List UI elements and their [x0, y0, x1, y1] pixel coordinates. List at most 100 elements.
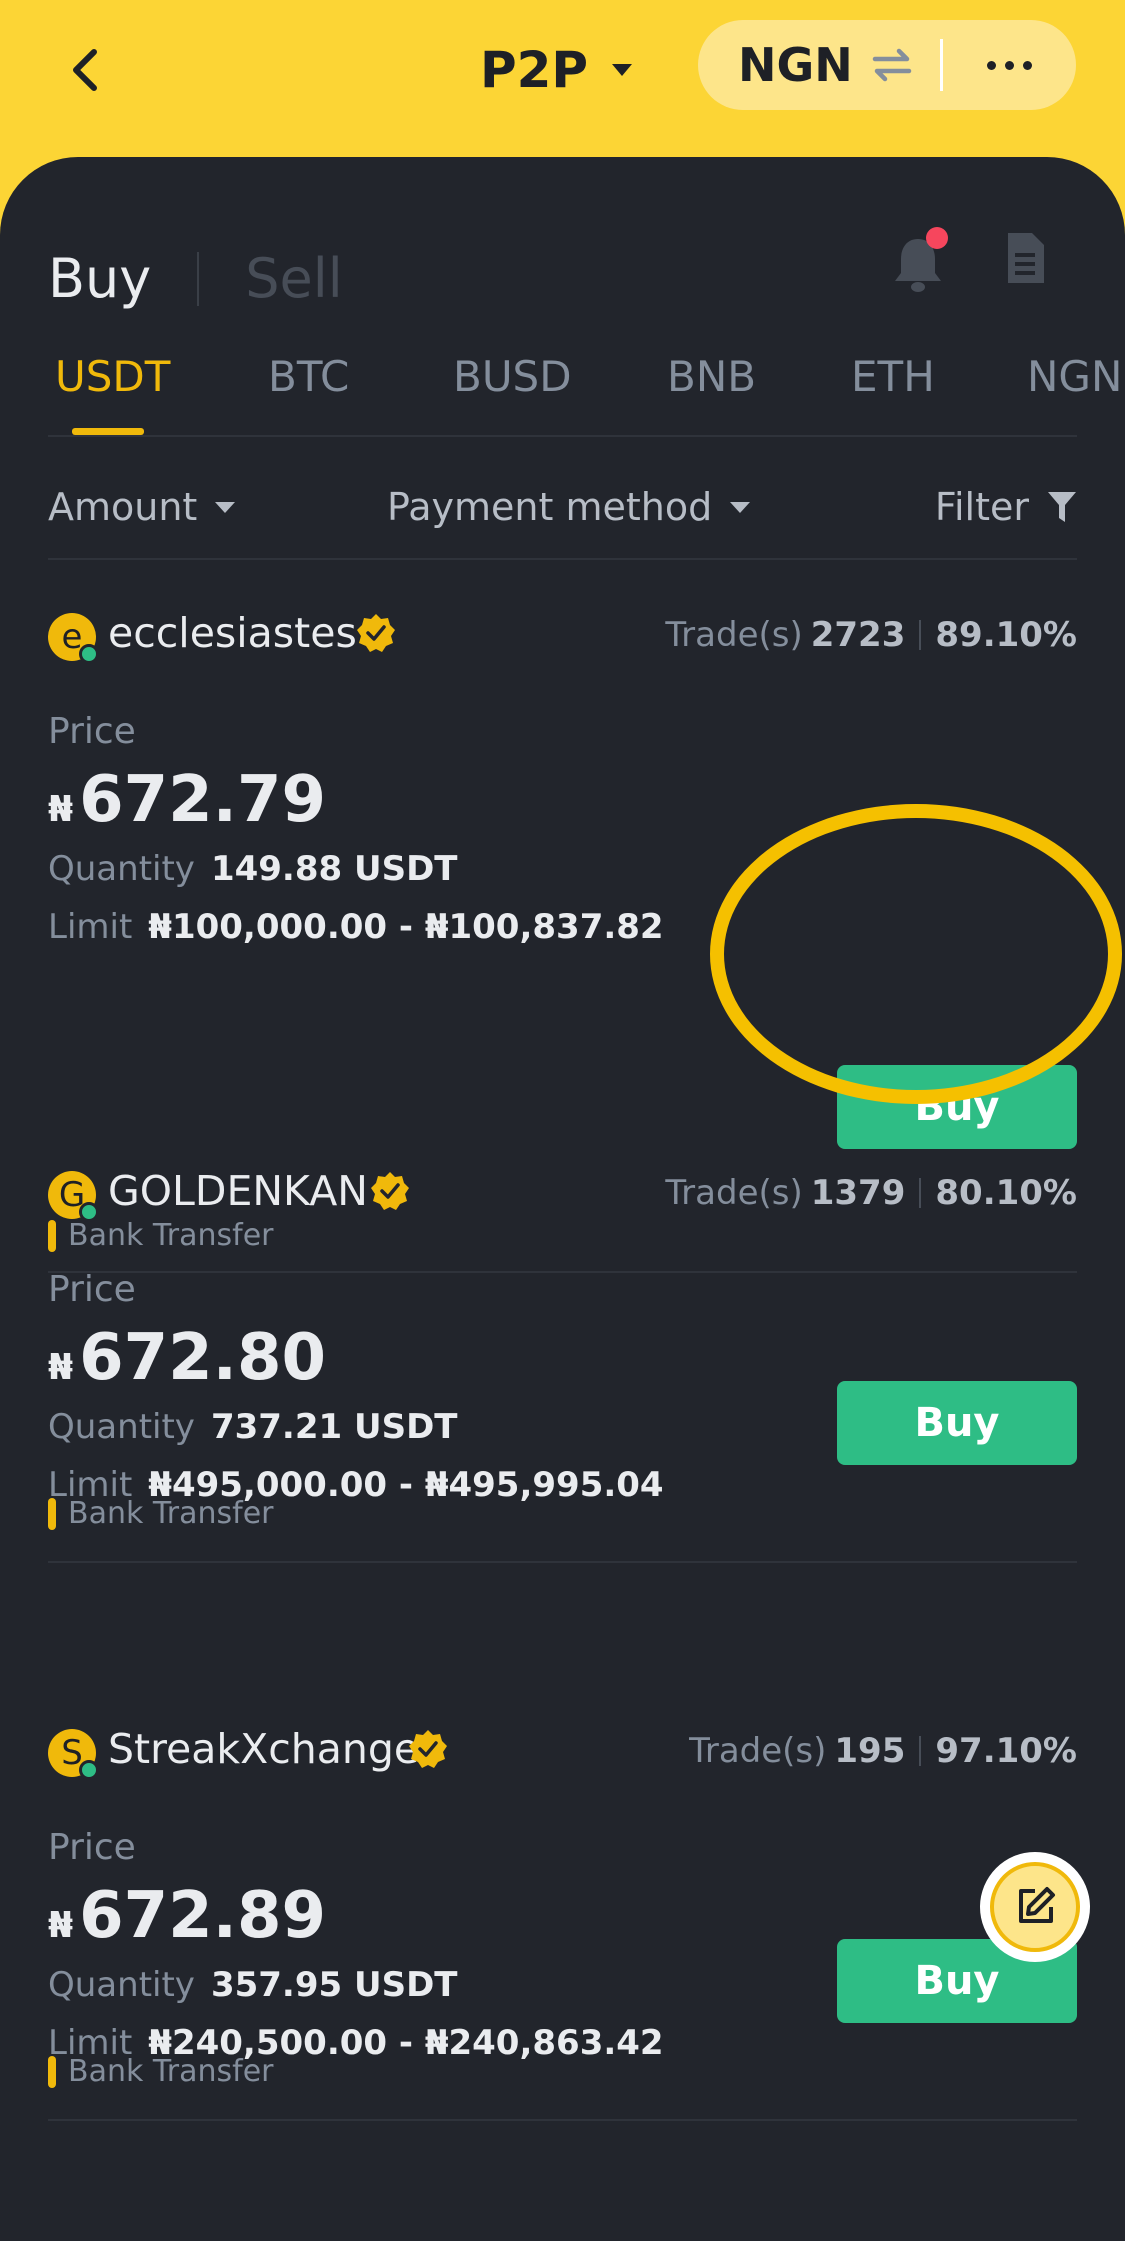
payment-method: Bank Transfer — [48, 2054, 274, 2089]
merchant-name[interactable]: GOLDENKAN — [108, 1167, 368, 1215]
tab-ngn[interactable]: NGN — [1027, 352, 1122, 440]
quantity-label: Quantity — [48, 1965, 195, 2005]
swap-icon — [872, 48, 912, 82]
trades-label: Trade(s) — [689, 1731, 827, 1771]
active-tab-indicator — [72, 428, 144, 435]
caret-down-icon — [215, 501, 236, 513]
tab-usdt[interactable]: USDT — [55, 352, 170, 440]
payment-method-marker — [48, 2055, 56, 2088]
filter-label: Filter — [934, 485, 1029, 529]
quantity-value: 149.88 USDT — [210, 849, 458, 889]
merchant-stats: Trade(s) 1379 80.10% — [665, 1173, 1077, 1213]
listing-card: S StreakXchange Trade(s) 195 97.10% Pric… — [0, 1679, 1125, 2237]
document-icon — [1008, 233, 1044, 283]
trades-count: 1379 — [810, 1173, 906, 1213]
top-bar: P2P NGN — [0, 0, 1125, 160]
price: ₦ 672.79 — [48, 763, 326, 837]
payment-method-label: Bank Transfer — [68, 1496, 274, 1531]
listing-card: G GOLDENKAN Trade(s) 1379 80.10% Price ₦… — [0, 1121, 1125, 1679]
quantity-row: Quantity 149.88 USDT — [48, 849, 458, 889]
merchant-avatar[interactable]: G — [48, 1171, 99, 1222]
price-label: Price — [48, 711, 136, 752]
trades-label: Trade(s) — [665, 615, 803, 655]
merchant-avatar[interactable]: e — [48, 613, 99, 664]
tab-btc[interactable]: BTC — [268, 352, 349, 440]
listing-card: e ecclesiastes Trade(s) 2723 89.10% Pric… — [0, 563, 1125, 1273]
stats-divider — [919, 1736, 922, 1766]
limit-row: Limit ₦100,000.00 - ₦100,837.82 — [48, 907, 664, 947]
merchant-name[interactable]: StreakXchange — [108, 1725, 419, 1773]
completion-rate: 97.10% — [935, 1731, 1077, 1771]
filter-divider — [48, 558, 1077, 560]
quantity-value: 357.95 USDT — [210, 1965, 458, 2005]
limit-label: Limit — [48, 907, 133, 947]
completion-rate: 89.10% — [935, 615, 1077, 655]
price: ₦ 672.80 — [48, 1321, 326, 1395]
trade-side-switch: Buy Sell — [48, 247, 343, 310]
stats-divider — [919, 620, 922, 650]
tab-eth[interactable]: ETH — [851, 352, 935, 440]
naira-symbol: ₦ — [48, 1347, 74, 1388]
header-pill: NGN — [698, 20, 1076, 110]
back-button[interactable] — [55, 40, 115, 100]
filter-button[interactable]: Filter — [935, 477, 1077, 537]
payment-method-filter[interactable]: Payment method — [387, 477, 751, 537]
online-status-dot — [79, 1202, 99, 1222]
payment-method-label: Bank Transfer — [68, 2054, 274, 2089]
sell-side-tab[interactable]: Sell — [245, 247, 343, 310]
verified-badge-icon — [371, 1172, 409, 1210]
more-dot — [1023, 60, 1032, 70]
listing-divider — [48, 1561, 1077, 1563]
price: ₦ 672.89 — [48, 1879, 326, 1953]
fiat-currency-label: NGN — [738, 38, 853, 92]
price-value: 672.79 — [79, 763, 327, 837]
online-status-dot — [79, 1760, 99, 1780]
p2p-title-dropdown[interactable]: P2P — [480, 30, 633, 110]
funnel-icon — [1048, 492, 1076, 522]
fab-inner — [990, 1862, 1080, 1952]
more-dot — [1005, 60, 1014, 70]
buy-button[interactable]: Buy — [837, 1381, 1077, 1465]
merchant-stats: Trade(s) 2723 89.10% — [665, 615, 1077, 655]
tab-busd[interactable]: BUSD — [453, 352, 572, 440]
fiat-currency-switch[interactable]: NGN — [698, 38, 918, 92]
price-value: 672.89 — [79, 1879, 327, 1953]
stats-divider — [919, 1178, 922, 1208]
notification-dot — [926, 227, 948, 249]
caret-down-icon — [730, 501, 751, 513]
post-ad-fab[interactable] — [980, 1852, 1090, 1962]
limit-value: ₦100,000.00 - ₦100,837.82 — [148, 907, 664, 947]
side-divider — [197, 251, 200, 306]
verified-badge-icon — [409, 1730, 447, 1768]
price-label: Price — [48, 1269, 136, 1310]
payment-method: Bank Transfer — [48, 1496, 274, 1531]
notifications-button[interactable] — [892, 227, 952, 297]
quantity-row: Quantity 737.21 USDT — [48, 1407, 458, 1447]
verified-badge-icon — [357, 614, 395, 652]
completion-rate: 80.10% — [935, 1173, 1077, 1213]
amount-filter[interactable]: Amount — [48, 477, 236, 537]
naira-symbol: ₦ — [48, 1905, 74, 1946]
edit-icon — [1019, 1887, 1055, 1923]
orders-button[interactable] — [1004, 231, 1054, 295]
merchant-name[interactable]: ecclesiastes — [108, 609, 357, 657]
trades-count: 2723 — [810, 615, 906, 655]
naira-symbol: ₦ — [48, 789, 74, 830]
merchant-avatar[interactable]: S — [48, 1729, 99, 1780]
crypto-tabs: USDT BTC BUSD BNB ETH NGN — [0, 352, 1125, 442]
chevron-left-icon — [73, 49, 97, 91]
filter-bar: Amount Payment method Filter — [48, 477, 1077, 537]
more-button[interactable] — [943, 20, 1076, 110]
payment-method-filter-label: Payment method — [387, 485, 713, 529]
trades-label: Trade(s) — [665, 1173, 803, 1213]
trades-count: 195 — [834, 1731, 906, 1771]
quantity-row: Quantity 357.95 USDT — [48, 1965, 458, 2005]
tab-bnb[interactable]: BNB — [667, 352, 756, 440]
buy-side-tab[interactable]: Buy — [48, 247, 151, 310]
merchant-stats: Trade(s) 195 97.10% — [689, 1731, 1077, 1771]
caret-down-icon — [612, 64, 633, 76]
page-title: P2P — [480, 41, 589, 99]
quantity-value: 737.21 USDT — [210, 1407, 458, 1447]
price-value: 672.80 — [79, 1321, 327, 1395]
online-status-dot — [79, 644, 99, 664]
